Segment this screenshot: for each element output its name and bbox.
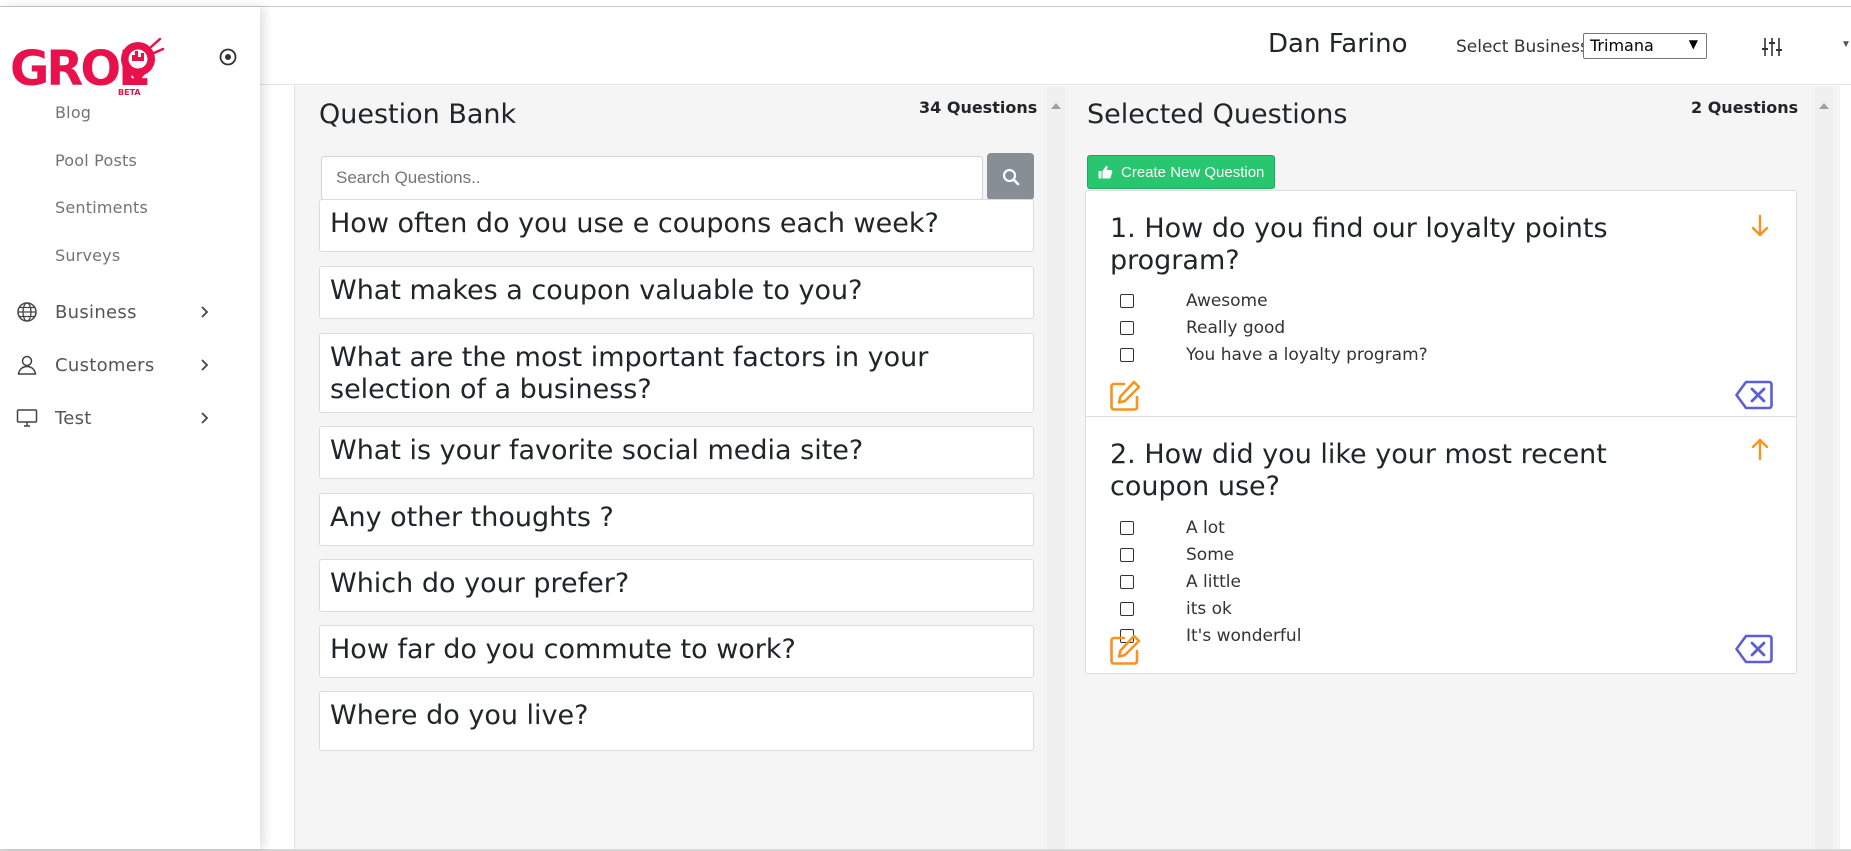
edit-question-button[interactable] <box>1108 633 1142 667</box>
business-select-value: Trimana <box>1590 36 1654 55</box>
sidebar-item-surveys[interactable]: Surveys <box>55 246 120 265</box>
option-row: Really good <box>1120 317 1285 339</box>
edit-question-button[interactable] <box>1108 379 1142 413</box>
option-checkbox[interactable] <box>1120 602 1134 616</box>
target-circle-icon <box>219 48 237 66</box>
sidebar-item-pool-posts[interactable]: Pool Posts <box>55 151 137 170</box>
chevron-right-icon <box>200 358 210 377</box>
sidebar-item-test[interactable]: Test <box>14 403 214 433</box>
option-label: A lot <box>1186 518 1225 538</box>
thumbs-up-icon <box>1098 165 1113 179</box>
sidebar-item-label: Business <box>55 301 137 323</box>
option-checkbox[interactable] <box>1120 575 1134 589</box>
select-business-label: Select Business <box>1456 37 1589 57</box>
sidebar-item-customers[interactable]: Customers <box>14 350 214 380</box>
sliders-icon <box>1762 38 1782 56</box>
question-bank-scrollbar[interactable] <box>1047 86 1065 849</box>
create-new-question-label: Create New Question <box>1121 163 1265 181</box>
option-row: A little <box>1120 571 1241 593</box>
option-row: Some <box>1120 544 1234 566</box>
search-icon <box>1002 168 1019 185</box>
question-bank-count: 34 Questions <box>919 98 1038 117</box>
sidebar-item-blog[interactable]: Blog <box>55 103 91 122</box>
bank-question-item[interactable]: How far do you commute to work? <box>319 625 1034 678</box>
globe-icon <box>14 300 40 324</box>
search-questions-input[interactable] <box>321 156 983 200</box>
create-new-question-button[interactable]: Create New Question <box>1087 155 1276 189</box>
edit-icon <box>1110 380 1141 411</box>
main-area: Question Bank 34 Questions How often do … <box>260 85 1851 849</box>
option-label: You have a loyalty program? <box>1186 345 1428 365</box>
arrow-up-icon <box>1751 438 1769 461</box>
option-label: It's wonderful <box>1186 626 1302 646</box>
filter-settings-button[interactable] <box>1760 35 1784 59</box>
remove-question-button[interactable] <box>1734 633 1774 665</box>
svg-text:BETA: BETA <box>118 88 141 97</box>
arrow-down-icon <box>1751 214 1769 237</box>
question-bank-title: Question Bank <box>319 99 517 130</box>
user-icon <box>14 353 40 377</box>
grolo-logo[interactable]: GROL BETA <box>10 37 180 97</box>
backspace-delete-icon <box>1735 380 1773 410</box>
selected-question-card: 1. How do you find our loyalty points pr… <box>1085 190 1797 440</box>
caret-down-icon: ▼ <box>1688 37 1698 51</box>
selected-questions-count: 2 Questions <box>1691 98 1799 117</box>
logo-mark: GROL BETA <box>10 37 165 97</box>
selected-question-title: 1. How do you find our loyalty points pr… <box>1110 213 1608 276</box>
header-menu-caret-icon[interactable]: ▼ <box>1841 39 1851 50</box>
option-checkbox[interactable] <box>1120 521 1134 535</box>
edit-icon <box>1110 634 1141 665</box>
option-row: You have a loyalty program? <box>1120 344 1428 366</box>
user-name[interactable]: Dan Farino <box>1268 29 1408 59</box>
option-label: Some <box>1186 545 1235 565</box>
bank-question-item[interactable]: What are the most important factors in y… <box>319 333 1034 413</box>
option-label: Awesome <box>1186 291 1268 311</box>
option-label: A little <box>1186 572 1241 592</box>
scroll-up-arrow-icon[interactable] <box>1819 103 1829 109</box>
chevron-right-icon <box>200 305 210 324</box>
option-label: Really good <box>1186 318 1286 338</box>
remove-question-button[interactable] <box>1734 379 1774 411</box>
sidebar-item-label: Test <box>55 407 92 429</box>
backspace-delete-icon <box>1735 634 1773 664</box>
option-row: its ok <box>1120 598 1232 620</box>
selected-questions-scrollbar[interactable] <box>1815 86 1833 849</box>
selected-question-card: 2. How did you like your most recent cou… <box>1085 416 1797 674</box>
option-checkbox[interactable] <box>1120 548 1134 562</box>
option-checkbox[interactable] <box>1120 348 1134 362</box>
option-row: Awesome <box>1120 290 1268 312</box>
chevron-right-icon <box>200 411 210 430</box>
bank-question-item[interactable]: What makes a coupon valuable to you? <box>319 266 1034 319</box>
monitor-icon <box>14 406 40 430</box>
selected-questions-title: Selected Questions <box>1087 99 1348 130</box>
option-row: A lot <box>1120 517 1225 539</box>
sidebar-item-sentiments[interactable]: Sentiments <box>55 198 148 217</box>
top-header: Dan Farino Select Business Trimana ▼ ▼ <box>260 7 1851 85</box>
bank-question-item[interactable]: What is your favorite social media site? <box>319 426 1034 479</box>
option-label: its ok <box>1186 599 1232 619</box>
survey-builder: Question Bank 34 Questions How often do … <box>294 86 1840 849</box>
move-down-button[interactable] <box>1750 213 1770 239</box>
business-select[interactable]: Trimana ▼ <box>1583 33 1707 59</box>
move-up-button[interactable] <box>1750 436 1770 462</box>
sidebar-item-label: Customers <box>55 354 155 376</box>
app-frame: GROL BETA Blog Pool Posts Sentiments Sur… <box>0 0 1851 851</box>
bank-question-item[interactable]: How often do you use e coupons each week… <box>319 199 1034 252</box>
scroll-up-arrow-icon[interactable] <box>1051 103 1061 109</box>
search-button[interactable] <box>987 153 1034 200</box>
sidebar: GROL BETA Blog Pool Posts Sentiments Sur… <box>0 7 260 849</box>
selected-question-title: 2. How did you like your most recent cou… <box>1110 439 1607 502</box>
bank-question-item[interactable]: Which do your prefer? <box>319 559 1034 612</box>
option-checkbox[interactable] <box>1120 321 1134 335</box>
bank-question-item[interactable]: Any other thoughts ? <box>319 493 1034 546</box>
sidebar-item-business[interactable]: Business <box>14 297 214 327</box>
option-checkbox[interactable] <box>1120 294 1134 308</box>
sidebar-collapse-button[interactable] <box>218 47 238 67</box>
bank-question-item[interactable]: Where do you live? <box>319 691 1034 751</box>
